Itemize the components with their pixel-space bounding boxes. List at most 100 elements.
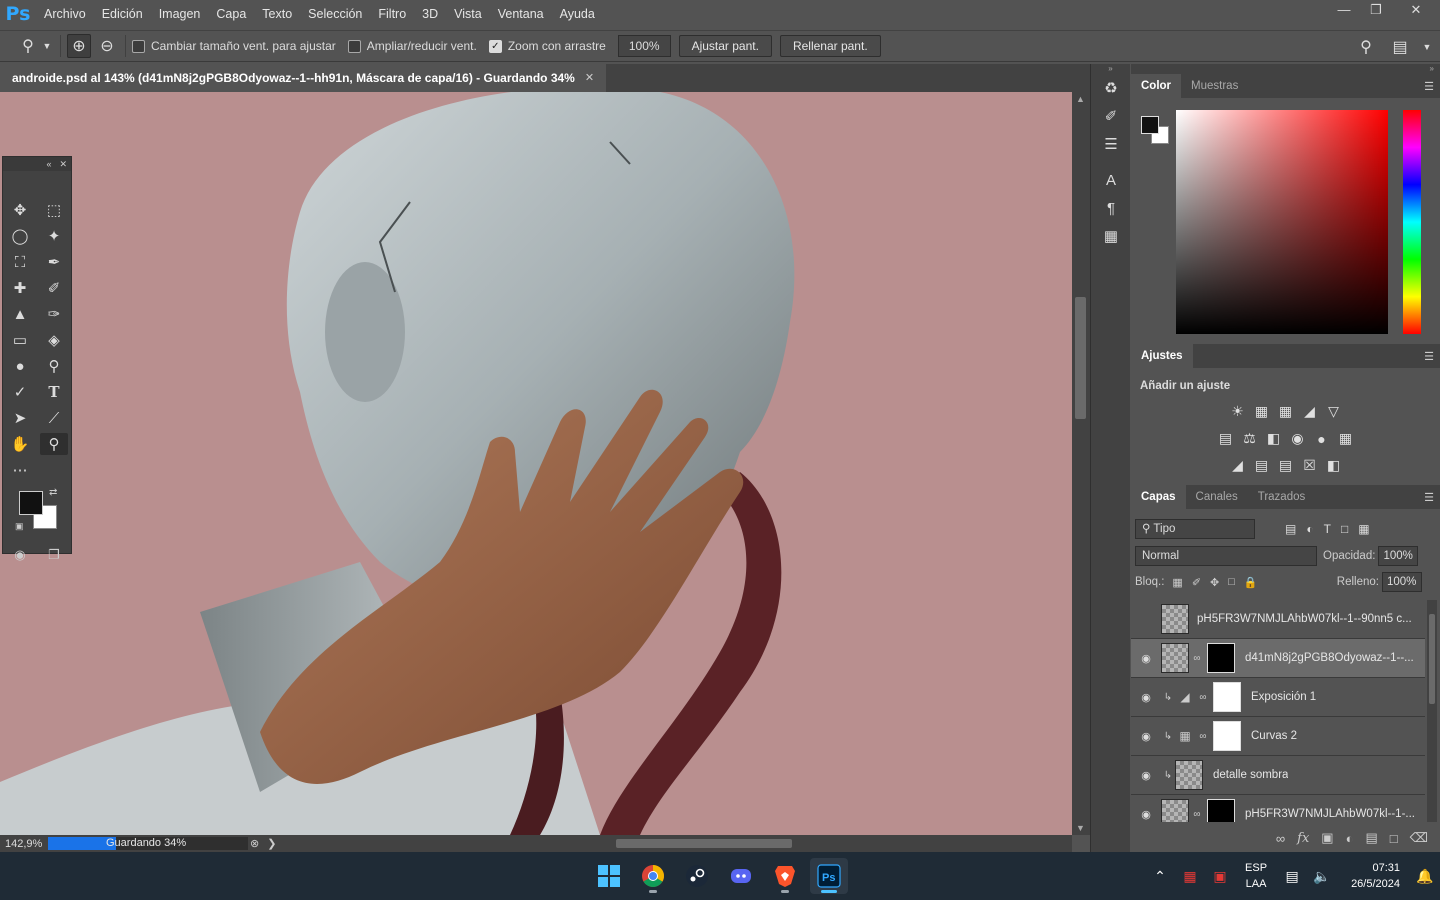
collapse-panels-icon[interactable]: » — [1131, 64, 1440, 74]
chevron-down-icon[interactable]: ▼ — [1422, 35, 1432, 59]
menu-archivo[interactable]: Archivo — [36, 0, 94, 28]
minimize-icon[interactable]: — — [1328, 0, 1360, 20]
visibility-off-icon[interactable]: ◉ — [1131, 613, 1161, 626]
audio-app-icon[interactable]: ▦ — [1175, 868, 1205, 885]
fill-input[interactable]: 100% — [1382, 572, 1422, 592]
invert-icon[interactable]: ◢ — [1229, 457, 1247, 474]
new-group-icon[interactable]: ▤ — [1365, 830, 1377, 846]
scrollbar-thumb[interactable] — [616, 839, 792, 848]
link-icon[interactable]: ∞ — [1197, 692, 1209, 703]
close-icon[interactable]: ✕ — [1392, 0, 1440, 20]
color-picker-field[interactable] — [1176, 110, 1388, 334]
move-tool-icon[interactable]: ✥ — [3, 197, 37, 223]
layer-name[interactable]: Curvas 2 — [1251, 730, 1297, 742]
close-icon[interactable]: ✕ — [59, 159, 67, 170]
canvas-horizontal-scrollbar[interactable] — [286, 837, 1072, 850]
menu-ayuda[interactable]: Ayuda — [552, 0, 603, 28]
clone-stamp-tool-icon[interactable]: ▲ — [3, 301, 37, 327]
restore-icon[interactable]: ❐ — [1360, 0, 1392, 20]
quick-selection-tool-icon[interactable]: ✦ — [37, 223, 71, 249]
more-tools-icon[interactable]: ⋯ — [3, 457, 37, 483]
properties-icon[interactable]: ☰ — [1091, 130, 1131, 158]
canvas-vertical-scrollbar[interactable]: ▲ ▼ — [1072, 92, 1090, 835]
history-brush-tool-icon[interactable]: ✑ — [37, 301, 71, 327]
selective-color-icon[interactable]: ☒ — [1301, 457, 1319, 474]
levels-icon[interactable]: ▦ — [1253, 403, 1271, 420]
history-panel-icon[interactable]: ♻ — [1091, 74, 1131, 102]
menu-vista[interactable]: Vista — [446, 0, 490, 28]
zoom-tool-icon[interactable]: ⚲ — [40, 433, 68, 455]
lock-position-icon[interactable]: ✥ — [1210, 576, 1219, 589]
layer-name[interactable]: pH5FR3W7NMJLAhbW07kl--1-... — [1245, 808, 1415, 820]
menu-edicion[interactable]: Edición — [94, 0, 151, 28]
resize-windows-checkbox[interactable]: Cambiar tamaño vent. para ajustar — [132, 39, 336, 53]
layer-row-selected[interactable]: ◉ ∞ d41mN8j2gPGB8Odyowaz--1--... — [1131, 639, 1425, 678]
canvas[interactable] — [0, 92, 1072, 835]
tab-channels[interactable]: Canales — [1186, 485, 1248, 509]
link-layers-icon[interactable]: ∞ — [1276, 831, 1285, 846]
glyphs-panel-icon[interactable]: ▦ — [1091, 222, 1131, 250]
foreground-color-swatch[interactable] — [1141, 116, 1159, 134]
type-tool-icon[interactable]: T — [37, 379, 71, 405]
color-lookup-icon[interactable]: ▦ — [1337, 430, 1355, 447]
panel-menu-icon[interactable]: ☰ — [1424, 491, 1434, 504]
eye-icon[interactable]: ◉ — [1131, 808, 1161, 821]
layer-mask-thumbnail[interactable] — [1213, 682, 1241, 712]
lasso-tool-icon[interactable]: ◯ — [3, 223, 37, 249]
lock-artboard-icon[interactable]: □ — [1228, 576, 1235, 589]
layer-mask-thumbnail[interactable] — [1213, 721, 1241, 751]
scroll-down-icon[interactable]: ▼ — [1076, 823, 1085, 833]
hue-slider[interactable] — [1403, 110, 1421, 334]
zoom-all-checkbox[interactable]: Ampliar/reducir vent. — [347, 39, 477, 53]
eye-icon[interactable]: ◉ — [1131, 730, 1161, 743]
character-panel-icon[interactable]: A — [1091, 166, 1131, 194]
color-balance-icon[interactable]: ⚖ — [1241, 430, 1259, 447]
zoom-in-icon[interactable]: ⊕ — [67, 34, 91, 58]
scrollbar-thumb[interactable] — [1429, 614, 1435, 704]
brush-settings-icon[interactable]: ✐ — [1091, 102, 1131, 130]
healing-brush-tool-icon[interactable]: ✚ — [3, 275, 37, 301]
brave-app[interactable] — [766, 858, 804, 894]
chevron-down-icon[interactable]: ▼ — [40, 34, 54, 58]
new-adjustment-icon[interactable]: ◐ — [1346, 831, 1354, 846]
collapse-icon[interactable]: « — [46, 159, 51, 169]
menu-ventana[interactable]: Ventana — [490, 0, 552, 28]
layer-row[interactable]: ◉ ↳ ▦ ∞ Curvas 2 — [1131, 717, 1425, 756]
clock[interactable]: 07:31 26/5/2024 — [1351, 860, 1400, 892]
add-mask-icon[interactable]: ▣ — [1321, 830, 1333, 846]
layer-mask-thumbnail[interactable] — [1207, 799, 1235, 822]
link-icon[interactable]: ∞ — [1191, 653, 1203, 664]
language-indicator[interactable]: ESP LAA — [1245, 860, 1267, 892]
chevron-up-icon[interactable]: ⌃ — [1145, 868, 1175, 885]
filter-shape-icon[interactable]: □ — [1341, 522, 1348, 536]
blur-tool-icon[interactable]: ● — [3, 353, 37, 379]
hue-saturation-icon[interactable]: ▤ — [1217, 430, 1235, 447]
lock-transparency-icon[interactable]: ▦ — [1172, 576, 1182, 589]
panel-menu-icon[interactable]: ☰ — [1424, 350, 1434, 363]
delete-layer-icon[interactable]: ⌫ — [1410, 830, 1428, 846]
network-icon[interactable]: ▤ — [1277, 868, 1307, 885]
default-colors-icon[interactable]: ▣ — [15, 521, 24, 532]
zoom-100-button[interactable]: 100% — [617, 35, 671, 57]
tab-adjustments[interactable]: Ajustes — [1131, 344, 1193, 368]
vibrance-icon[interactable]: ▽ — [1325, 403, 1343, 420]
checkmark-icon[interactable]: ✓ — [488, 39, 502, 53]
opacity-input[interactable]: 100% — [1378, 546, 1419, 566]
photo-filter-icon[interactable]: ◉ — [1289, 430, 1307, 447]
zoom-out-icon[interactable]: ⊖ — [95, 34, 119, 58]
lock-pixels-icon[interactable]: ✐ — [1192, 576, 1201, 589]
black-white-icon[interactable]: ◧ — [1265, 430, 1283, 447]
chevron-right-icon[interactable]: ❯ — [267, 837, 276, 850]
scroll-up-icon[interactable]: ▲ — [1076, 94, 1085, 104]
start-button[interactable] — [590, 858, 628, 894]
menu-3d[interactable]: 3D — [414, 0, 446, 28]
layer-name[interactable]: detalle sombra — [1213, 769, 1288, 781]
layer-name[interactable]: d41mN8j2gPGB8Odyowaz--1--... — [1245, 652, 1414, 664]
collapse-icon[interactable]: » — [1091, 64, 1130, 74]
layer-row[interactable]: ◉ ∞ pH5FR3W7NMJLAhbW07kl--1-... — [1131, 795, 1425, 822]
eye-icon[interactable]: ◉ — [1131, 769, 1161, 782]
search-icon[interactable]: ⚲ — [1354, 35, 1378, 59]
discord-app[interactable] — [722, 858, 760, 894]
scrubby-zoom-checkbox[interactable]: ✓ Zoom con arrastre — [488, 39, 606, 53]
scrollbar-thumb[interactable] — [1075, 297, 1086, 419]
